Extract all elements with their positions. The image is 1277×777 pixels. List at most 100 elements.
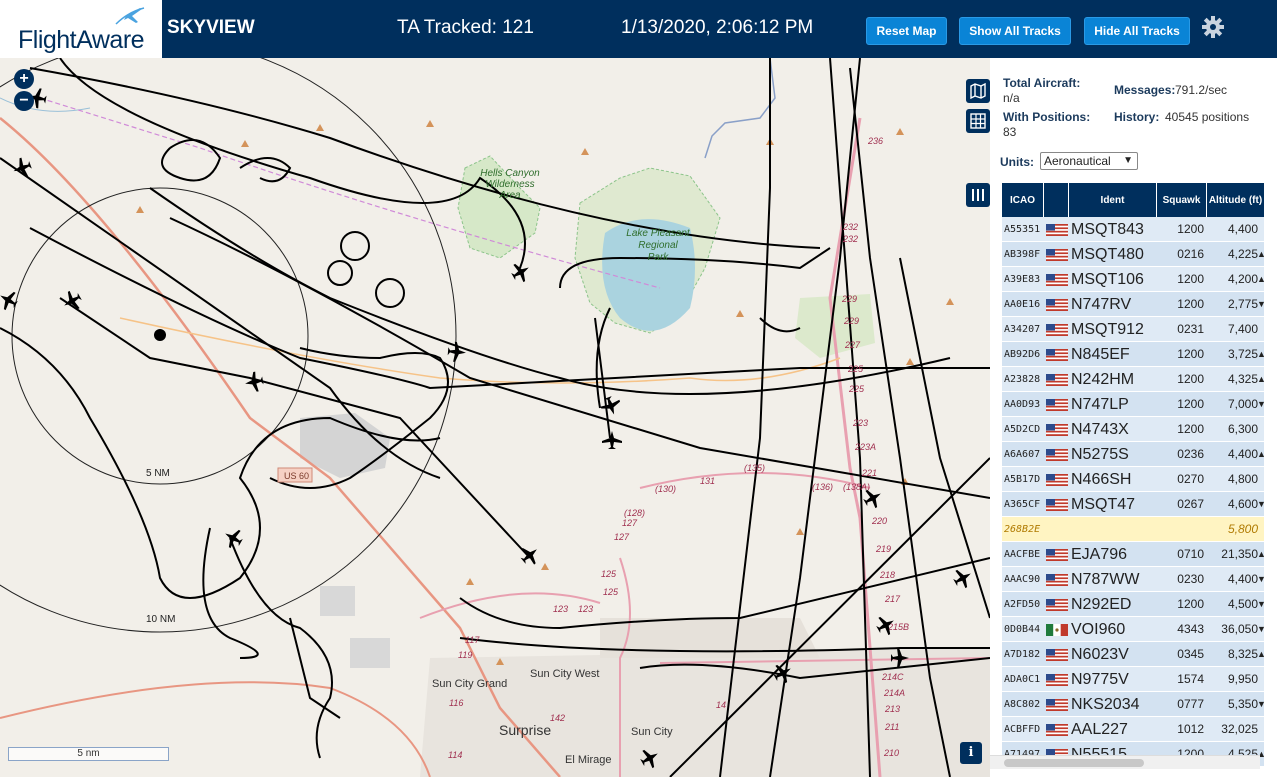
info-button[interactable]: i: [960, 742, 982, 764]
icao-cell: A5B17D: [1004, 474, 1041, 485]
ident-cell: N845EF: [1071, 346, 1130, 363]
altitude-cell: 4,400: [1227, 447, 1258, 461]
hide-all-tracks-button[interactable]: Hide All Tracks: [1084, 17, 1190, 45]
exit-label: 213: [884, 704, 900, 714]
exit-label: 123: [553, 604, 568, 614]
exit-label: 225: [847, 364, 864, 374]
map-layers-icon[interactable]: [966, 79, 990, 103]
altitude-cell: 21,350: [1221, 547, 1258, 561]
icao-cell: 268B2E: [1004, 524, 1041, 535]
squawk-cell: 1200: [1177, 372, 1204, 386]
icao-cell: A34207: [1004, 324, 1041, 335]
altitude-cell: 4,200: [1227, 272, 1258, 286]
exit-label: 220: [871, 516, 887, 526]
table-row[interactable]: A23828 N242HM 1200 4,325 ▲: [1002, 367, 1266, 392]
icao-cell: A55351: [1004, 224, 1041, 235]
table-row[interactable]: A2FD50 N292ED 1200 4,500 ▼: [1002, 592, 1266, 617]
tracked-count: TA Tracked: 121: [397, 17, 534, 38]
table-row[interactable]: A8C802 NKS2034 0777 5,350 ▼: [1002, 692, 1266, 717]
ident-cell: MSQT912: [1071, 321, 1144, 338]
table-row[interactable]: AA0E16 N747RV 1200 2,775 ▼: [1002, 292, 1266, 317]
squawk-cell: 1200: [1177, 422, 1204, 436]
icao-cell: AACFBE: [1004, 549, 1041, 560]
squawk-cell: 1012: [1177, 722, 1204, 736]
us-flag-icon: [1046, 299, 1068, 311]
table-row[interactable]: 268B2E 5,800: [1002, 517, 1264, 542]
table-row[interactable]: AAAC90 N787WW 0230 4,400 ▼: [1002, 567, 1266, 592]
icao-cell: A6A607: [1004, 449, 1041, 460]
table-row[interactable]: A5D2CD N4743X 1200 6,300: [1002, 417, 1264, 442]
icao-cell: ADA0C1: [1004, 674, 1041, 685]
col-altitude-header[interactable]: Altitude (ft): [1207, 183, 1264, 217]
table-row[interactable]: A365CF MSQT47 0267 4,600 ▼: [1002, 492, 1266, 517]
exit-label: 221: [861, 468, 877, 478]
table-horizontal-scrollbar[interactable]: [990, 755, 1260, 769]
col-ident-header[interactable]: Ident: [1069, 183, 1157, 217]
table-row[interactable]: AB398F MSQT480 0216 4,225 ▲: [1002, 242, 1266, 267]
table-row[interactable]: AA0D93 N747LP 1200 7,000 ▼: [1002, 392, 1266, 417]
highway-us60-label: US 60: [284, 471, 309, 481]
zoom-in-button[interactable]: +: [14, 69, 34, 89]
ident-cell: N9775V: [1071, 671, 1129, 688]
col-icao-header[interactable]: ICAO: [1002, 183, 1044, 217]
exit-label: 232: [842, 234, 858, 244]
us-flag-icon: [1046, 349, 1068, 361]
map-view[interactable]: 5 NM 10 NM Hells Canyon Wilderness Area …: [0, 58, 990, 777]
altitude-trend-icon: ▲: [1257, 549, 1266, 559]
place-lake-pleasant-3: Park: [648, 252, 670, 263]
flightaware-logo[interactable]: FlightAware: [0, 0, 162, 58]
ident-cell: MSQT106: [1071, 271, 1144, 288]
map-canvas[interactable]: 5 NM 10 NM Hells Canyon Wilderness Area …: [0, 58, 990, 777]
squawk-cell: 0216: [1177, 247, 1204, 261]
table-row[interactable]: A5B17D N466SH 0270 4,800: [1002, 467, 1264, 492]
table-row[interactable]: A39E83 MSQT106 1200 4,200 ▲: [1002, 267, 1266, 292]
squawk-cell: 0236: [1177, 447, 1204, 461]
altitude-cell: 6,300: [1227, 422, 1258, 436]
table-row[interactable]: A7D182 N6023V 0345 8,325 ▲: [1002, 642, 1266, 667]
altitude-trend-icon: ▼: [1257, 599, 1266, 609]
place-hells-canyon-1: Hells Canyon: [480, 168, 540, 179]
table-row[interactable]: A34207 MSQT912 0231 7,400: [1002, 317, 1264, 342]
grid-overlay-icon[interactable]: [966, 109, 990, 133]
total-aircraft-value: n/a: [1003, 91, 1020, 105]
table-row[interactable]: AACFBE EJA796 0710 21,350 ▲: [1002, 542, 1266, 567]
aircraft-icon: [602, 431, 622, 449]
ident-cell: N747RV: [1071, 296, 1132, 313]
altitude-trend-icon: ▼: [1257, 399, 1266, 409]
logo-text: FlightAware: [18, 26, 145, 54]
altitude-trend-icon: ▲: [1257, 649, 1266, 659]
place-lake-pleasant-1: Lake Pleasant: [626, 228, 691, 239]
altitude-cell: 4,400: [1227, 572, 1258, 586]
squawk-cell: 1200: [1177, 397, 1204, 411]
us-flag-icon: [1046, 499, 1068, 511]
column-toggle-icon[interactable]: [966, 183, 990, 207]
ident-cell: MSQT843: [1071, 221, 1144, 238]
exit-label: (138A): [843, 482, 870, 492]
units-select[interactable]: Aeronautical ▼: [1040, 152, 1138, 170]
reset-map-button[interactable]: Reset Map: [866, 17, 947, 45]
table-row[interactable]: ACBFFD AAL227 1012 32,025: [1002, 717, 1264, 742]
scrollbar-thumb[interactable]: [1004, 759, 1144, 767]
altitude-cell: 5,800: [1227, 522, 1258, 536]
col-squawk-header[interactable]: Squawk: [1157, 183, 1207, 217]
us-flag-icon: [1046, 274, 1068, 286]
squawk-cell: 1200: [1177, 297, 1204, 311]
table-row[interactable]: A55351 MSQT843 1200 4,400: [1002, 217, 1264, 242]
us-flag-icon: [1046, 649, 1068, 661]
dropdown-arrow-icon: ▼: [1123, 155, 1133, 166]
zoom-out-button[interactable]: −: [14, 91, 34, 111]
altitude-trend-icon: ▲: [1257, 249, 1266, 259]
squawk-cell: 0777: [1177, 697, 1204, 711]
altitude-cell: 4,600: [1227, 497, 1258, 511]
altitude-cell: 4,800: [1227, 472, 1258, 486]
exit-label: 142: [550, 713, 565, 723]
table-row[interactable]: ADA0C1 N9775V 1574 9,950: [1002, 667, 1264, 692]
mexico-flag-icon: [1046, 624, 1068, 636]
table-row[interactable]: 0D0B44 VOI960 4343 36,050 ▼: [1002, 617, 1266, 642]
table-row[interactable]: AB92D6 N845EF 1200 3,725 ▲: [1002, 342, 1266, 367]
settings-gear-icon[interactable]: [1199, 13, 1227, 41]
exit-label: 119: [458, 650, 472, 660]
ident-cell: N787WW: [1071, 571, 1140, 588]
table-row[interactable]: A6A607 N5275S 0236 4,400 ▲: [1002, 442, 1266, 467]
show-all-tracks-button[interactable]: Show All Tracks: [959, 17, 1071, 45]
